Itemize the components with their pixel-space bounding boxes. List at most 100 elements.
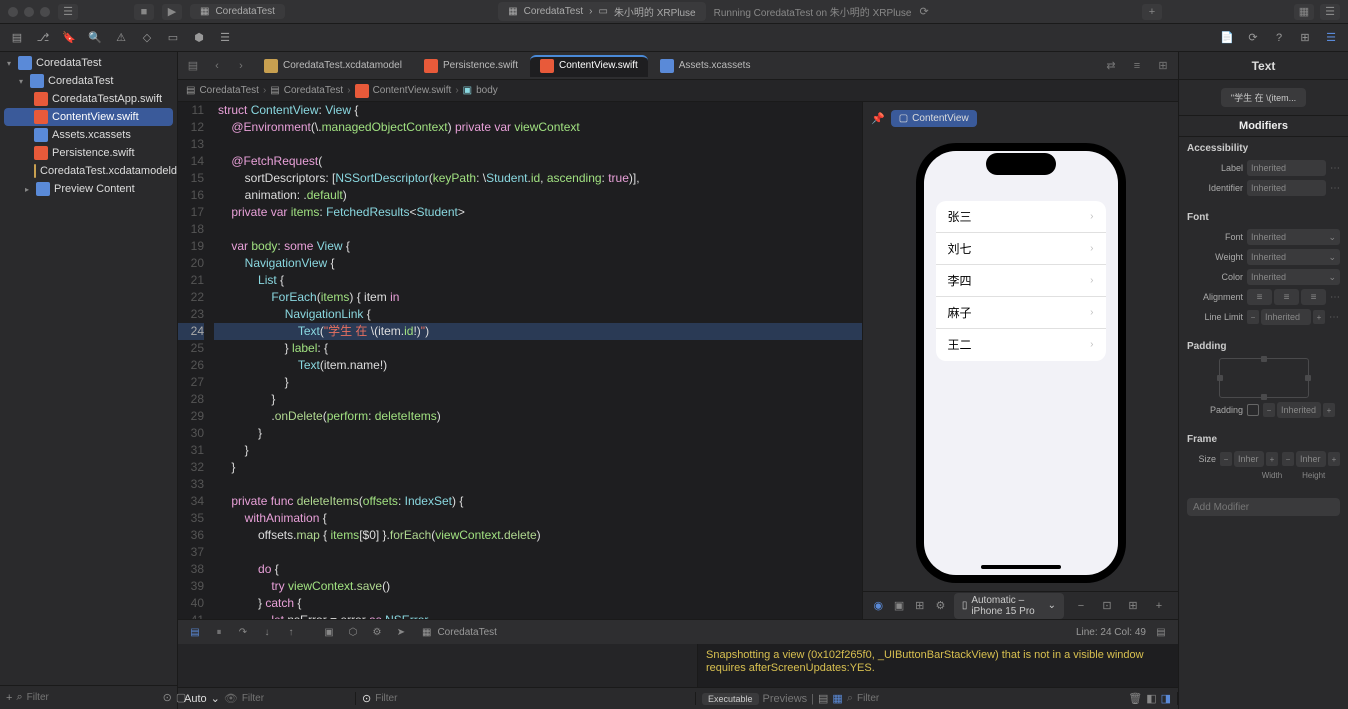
recent-icon[interactable]: ⊙ [163,691,172,704]
inspector-attributes-icon[interactable]: ⊞ [1294,28,1316,48]
editor-tab[interactable]: Persistence.swift [414,55,528,77]
increment-button[interactable]: + [1266,452,1278,466]
jump-bar[interactable]: ▤ CoredataTest › ▤ CoredataTest › Conten… [178,80,1178,102]
device-picker[interactable]: ▯ Automatic – iPhone 15 Pro ⌄ [954,593,1064,619]
scope-icon[interactable]: ⊙ [362,692,371,705]
increment-button[interactable]: + [1328,452,1340,466]
decrement-button[interactable]: − [1282,452,1294,466]
nav-tests-icon[interactable]: ◇ [136,28,158,48]
accessibility-identifier-field[interactable]: Inherited [1247,180,1326,196]
preview-selector[interactable]: ▢ ContentView [891,110,977,127]
console-filter[interactable] [857,693,1124,704]
nav-debug-icon[interactable]: ▭ [162,28,184,48]
device-settings-icon[interactable]: ⚙ [933,596,948,616]
jump-item[interactable]: CoredataTest [199,85,258,96]
zoom-window[interactable] [40,7,50,17]
list-row[interactable]: 麻子› [936,297,1106,329]
decrement-button[interactable]: − [1220,452,1232,466]
align-left-button[interactable]: ≡ [1247,289,1272,305]
memory-graph-icon[interactable]: ⬡ [344,624,362,640]
editor-options-icon[interactable]: ⇄ [1100,55,1122,77]
filter-input[interactable] [27,692,159,703]
variables-filter[interactable] [242,693,374,704]
pin-icon[interactable]: 📌 [871,112,885,125]
previews-filter[interactable]: Previews [763,693,808,705]
adjust-editor-icon[interactable]: ≡ [1126,55,1148,77]
list-row[interactable]: 王二› [936,329,1106,361]
decrement-button[interactable]: − [1247,310,1259,324]
clear-icon[interactable]: ▦ [832,692,842,705]
nav-project-root[interactable]: ▾ CoredataTest [0,54,177,72]
nav-source-control-icon[interactable]: ⎇ [32,28,54,48]
device-screen[interactable]: 张三›刘七›李四›麻子›王二› [924,151,1118,575]
live-icon[interactable]: ◉ [871,596,886,616]
list-row[interactable]: 刘七› [936,233,1106,265]
inspector-help-icon[interactable]: ? [1268,28,1290,48]
variants-icon[interactable]: ⊞ [912,596,927,616]
close-window[interactable] [8,7,18,17]
executable-filter[interactable]: Executable [702,693,759,705]
nav-find-icon[interactable]: 🔍 [84,28,106,48]
jump-item[interactable]: CoredataTest [284,85,343,96]
run-button[interactable]: ▶ [162,4,182,20]
back-icon[interactable]: ‹ [206,55,228,77]
nav-reports-icon[interactable]: ☰ [214,28,236,48]
line-limit-field[interactable]: Inherited [1261,309,1311,325]
align-right-button[interactable]: ≡ [1301,289,1326,305]
pause-icon[interactable]: ⏸ [210,624,228,640]
code-editor[interactable]: 1112131415161718192021222324252627282930… [178,102,862,619]
sidebar-toggle-icon[interactable]: ☰ [58,4,78,20]
padding-field[interactable]: Inherited [1277,402,1321,418]
trash-icon[interactable]: 🗑 [1128,692,1142,705]
nav-breakpoints-icon[interactable]: ⬢ [188,28,210,48]
weight-dropdown[interactable]: Inherited [1247,249,1340,265]
decrement-button[interactable]: − [1263,403,1275,417]
zoom-out-icon[interactable]: − [1070,596,1092,616]
auto-label[interactable]: Auto [184,693,207,705]
width-field[interactable]: Inher [1234,451,1264,467]
zoom-actual-icon[interactable]: ⊞ [1122,596,1144,616]
console-output[interactable]: Snapshotting a view (0x102f265f0, _UIBut… [698,644,1178,687]
add-tab-icon[interactable]: + [1142,4,1162,20]
inspector-file-icon[interactable]: 📄 [1216,28,1238,48]
split-left-icon[interactable]: ◧ [1146,692,1156,705]
minimap-icon[interactable]: ▤ [1152,624,1170,640]
inspector-more-icon[interactable]: ☰ [1320,28,1342,48]
disclosure-icon[interactable]: ▾ [4,59,14,68]
nav-file-item[interactable]: Persistence.swift [0,144,177,162]
stop-button[interactable]: ■ [134,4,154,20]
step-into-icon[interactable]: ↓ [258,624,276,640]
eye-icon[interactable]: 👁 [224,692,238,705]
debug-toggle-icon[interactable]: ▤ [186,624,204,640]
more-icon[interactable]: ⋯ [1330,183,1340,194]
inspector-history-icon[interactable]: ⟳ [1242,28,1264,48]
scheme-selector[interactable]: ▦ CoredataTest [190,4,285,19]
selectable-icon[interactable]: ▣ [892,596,907,616]
more-icon[interactable]: ⋯ [1330,292,1340,303]
run-destination[interactable]: ▦ CoredataTest › ▭ 朱小明的 XRPluse [498,2,705,21]
editor-tab[interactable]: CoredataTest.xcdatamodel [254,55,412,77]
more-icon[interactable]: ⋯ [1329,312,1339,323]
library-icon[interactable]: ▦ [1294,4,1314,20]
add-modifier-field[interactable]: Add Modifier [1187,498,1340,516]
height-field[interactable]: Inher [1296,451,1326,467]
add-icon[interactable]: + [6,692,12,704]
font-dropdown[interactable]: Inherited [1247,229,1340,245]
nav-file-item[interactable]: CoredataTest.xcdatamodeld [0,162,177,180]
forward-icon[interactable]: › [230,55,252,77]
checkbox[interactable] [1247,404,1259,416]
split-right-icon[interactable]: ◨ [1161,692,1171,705]
color-dropdown[interactable]: Inherited [1247,269,1340,285]
step-over-icon[interactable]: ↷ [234,624,252,640]
increment-button[interactable]: + [1313,310,1325,324]
zoom-in-icon[interactable]: + [1148,596,1170,616]
jump-item[interactable]: ContentView.swift [373,85,452,96]
zoom-fit-icon[interactable]: ⊡ [1096,596,1118,616]
nav-issues-icon[interactable]: ⚠ [110,28,132,48]
nav-group[interactable]: ▾ CoredataTest [0,72,177,90]
accessibility-label-field[interactable]: Inherited [1247,160,1326,176]
disclosure-icon[interactable]: ▾ [16,77,26,86]
more-icon[interactable]: ⋯ [1330,163,1340,174]
list-row[interactable]: 张三› [936,201,1106,233]
debug-filter-input[interactable] [375,693,689,704]
